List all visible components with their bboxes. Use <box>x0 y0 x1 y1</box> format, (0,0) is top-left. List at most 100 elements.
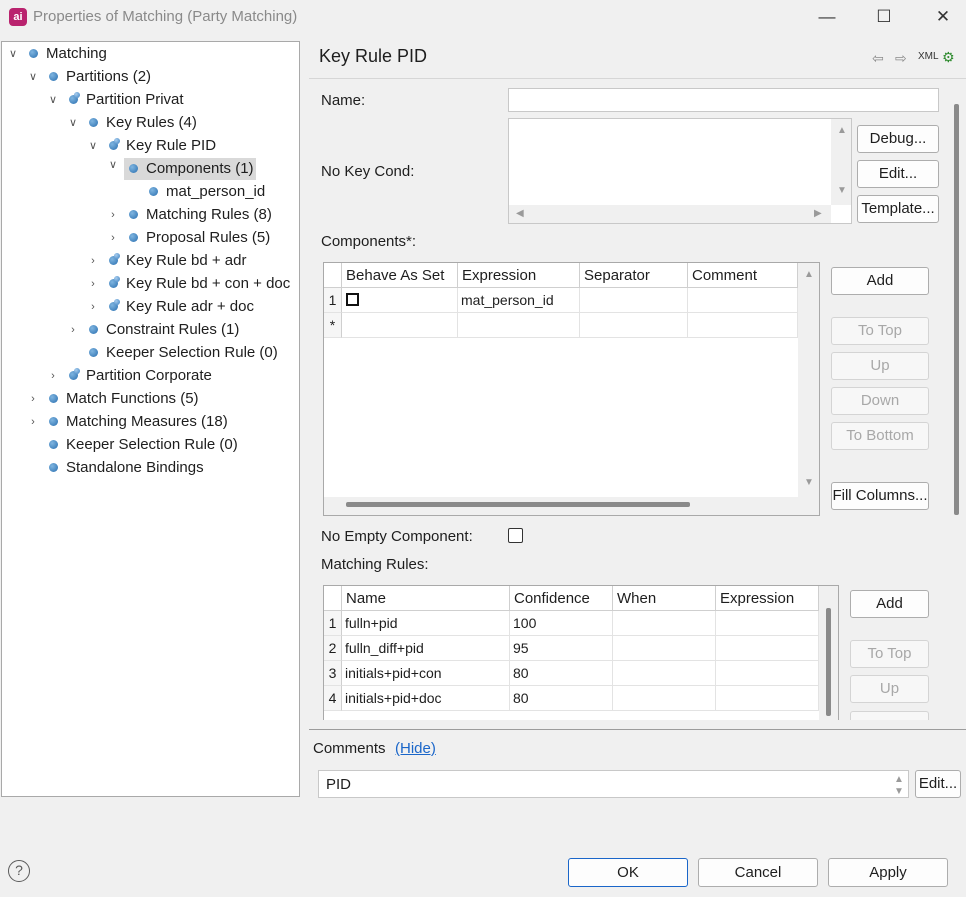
vertical-scrollbar[interactable]: ▲ ▼ <box>831 119 851 205</box>
grid-cell[interactable]: initials+pid+doc <box>342 686 510 711</box>
grid-cell[interactable] <box>716 686 819 711</box>
tree-item-partition-privat[interactable]: ∨ Partition Privat <box>2 89 299 111</box>
no-empty-component-checkbox[interactable] <box>508 528 523 543</box>
grid-cell[interactable] <box>580 313 688 338</box>
grid-cell[interactable] <box>613 636 716 661</box>
template-button[interactable]: Template... <box>857 195 939 223</box>
grid-cell[interactable] <box>342 313 458 338</box>
components-grid[interactable]: Behave As Set Expression Separator Comme… <box>323 262 820 516</box>
grid-cell[interactable]: fulln+pid <box>342 611 510 636</box>
tree-item-mat-person-id[interactable]: mat_person_id <box>2 181 299 203</box>
scroll-thumb[interactable] <box>346 502 690 507</box>
behave-as-set-checkbox[interactable] <box>346 293 359 306</box>
column-header[interactable]: Name <box>342 586 510 611</box>
grid-cell[interactable] <box>716 661 819 686</box>
back-arrow-icon[interactable]: ⇦ <box>872 50 884 67</box>
cancel-button[interactable]: Cancel <box>698 858 818 887</box>
tree-item-key-rule-pid[interactable]: ∨ Key Rule PID <box>2 135 299 157</box>
scroll-thumb[interactable] <box>826 608 831 716</box>
column-header[interactable]: Confidence <box>510 586 613 611</box>
scroll-down-icon[interactable]: ▼ <box>804 477 814 488</box>
matching-down-button-partial[interactable] <box>850 711 929 720</box>
grid-cell[interactable]: fulln_diff+pid <box>342 636 510 661</box>
forward-arrow-icon[interactable]: ⇨ <box>895 50 907 67</box>
tree-item-key-rules[interactable]: ∨ Key Rules (4) <box>2 112 299 134</box>
comments-edit-button[interactable]: Edit... <box>915 770 961 798</box>
column-header[interactable]: Expression <box>458 263 580 288</box>
column-header[interactable]: Behave As Set <box>342 263 458 288</box>
chevron-right-icon[interactable]: › <box>86 250 100 272</box>
tree-item-components[interactable]: Components (1) <box>124 158 256 180</box>
tree-item-proposal-rules[interactable]: › Proposal Rules (5) <box>2 227 299 249</box>
close-icon[interactable]: ✕ <box>929 5 957 29</box>
tree-item-constraint-rules[interactable]: › Constraint Rules (1) <box>2 319 299 341</box>
grid-cell[interactable] <box>688 288 798 313</box>
debug-button[interactable]: Debug... <box>857 125 939 153</box>
chevron-down-icon[interactable]: ∨ <box>26 66 40 88</box>
scroll-thumb[interactable] <box>954 104 959 515</box>
tree-item-standalone-bindings[interactable]: Standalone Bindings <box>2 457 299 479</box>
grid-cell[interactable] <box>458 313 580 338</box>
hide-comments-link[interactable]: (Hide) <box>395 740 436 757</box>
chevron-down-icon[interactable]: ∨ <box>46 89 60 111</box>
grid-cell[interactable] <box>342 288 458 313</box>
grid-cell[interactable]: initials+pid+con <box>342 661 510 686</box>
column-header[interactable]: When <box>613 586 716 611</box>
xml-button[interactable]: XML <box>918 51 939 62</box>
name-input[interactable] <box>508 88 939 112</box>
chevron-down-icon[interactable]: ∨ <box>86 135 100 157</box>
grid-cell[interactable]: 80 <box>510 661 613 686</box>
grid-cell[interactable]: 80 <box>510 686 613 711</box>
tree-item-match-functions[interactable]: › Match Functions (5) <box>2 388 299 410</box>
scroll-left-icon[interactable]: ◀ <box>516 208 524 219</box>
chevron-down-icon[interactable]: ∨ <box>6 43 20 65</box>
no-key-cond-textarea[interactable]: ▲ ▼ ◀ ▶ <box>508 118 852 224</box>
column-header[interactable]: Expression <box>716 586 819 611</box>
comments-input[interactable]: PID ▲ ▼ <box>318 770 909 798</box>
chevron-right-icon[interactable]: › <box>106 204 120 226</box>
add-component-button[interactable]: Add <box>831 267 929 295</box>
chevron-right-icon[interactable]: › <box>106 227 120 249</box>
scroll-right-icon[interactable]: ▶ <box>814 208 822 219</box>
vertical-scrollbar[interactable]: ▲ ▼ <box>798 263 819 497</box>
matching-rules-grid[interactable]: Name Confidence When Expression 1 fulln+… <box>323 585 839 720</box>
maximize-icon[interactable]: ☐ <box>870 5 898 29</box>
horizontal-scrollbar[interactable]: ◀ ▶ <box>509 205 831 223</box>
to-top-button[interactable]: To Top <box>831 317 929 345</box>
scroll-up-icon[interactable]: ▲ <box>804 269 814 280</box>
grid-cell[interactable]: 95 <box>510 636 613 661</box>
edit-button[interactable]: Edit... <box>857 160 939 188</box>
grid-cell[interactable] <box>716 611 819 636</box>
tree-item-key-rule-bd-adr[interactable]: › Key Rule bd + adr <box>2 250 299 272</box>
section-divider[interactable] <box>309 729 966 730</box>
chevron-right-icon[interactable]: › <box>26 388 40 410</box>
matching-to-top-button[interactable]: To Top <box>850 640 929 668</box>
grid-cell[interactable] <box>580 288 688 313</box>
chevron-down-icon[interactable]: ∨ <box>66 112 80 134</box>
tree-item-matching-measures[interactable]: › Matching Measures (18) <box>2 411 299 433</box>
minimize-icon[interactable]: — <box>813 5 841 29</box>
vertical-scrollbar[interactable] <box>819 586 838 720</box>
grid-cell[interactable]: 100 <box>510 611 613 636</box>
scroll-up-icon[interactable]: ▲ <box>837 125 847 136</box>
tree-item-partition-corporate[interactable]: › Partition Corporate <box>2 365 299 387</box>
scroll-down-icon[interactable]: ▼ <box>837 185 847 196</box>
tree-panel[interactable]: ∨ Matching ∨ Partitions (2) ∨ Partition … <box>1 41 300 797</box>
tree-item-matching-rules[interactable]: › Matching Rules (8) <box>2 204 299 226</box>
tree-item-keeper-selection-rule-root[interactable]: Keeper Selection Rule (0) <box>2 434 299 456</box>
tree-item-key-rule-adr-doc[interactable]: › Key Rule adr + doc <box>2 296 299 318</box>
chevron-right-icon[interactable]: › <box>26 411 40 433</box>
scroll-down-icon[interactable]: ▼ <box>894 786 904 797</box>
column-header[interactable]: Separator <box>580 263 688 288</box>
apply-button[interactable]: Apply <box>828 858 948 887</box>
horizontal-scrollbar[interactable] <box>324 497 819 515</box>
ok-button[interactable]: OK <box>568 858 688 887</box>
grid-cell[interactable] <box>613 686 716 711</box>
chevron-right-icon[interactable]: › <box>66 319 80 341</box>
grid-cell[interactable] <box>613 611 716 636</box>
scroll-up-icon[interactable]: ▲ <box>894 774 904 785</box>
up-button[interactable]: Up <box>831 352 929 380</box>
grid-cell[interactable] <box>716 636 819 661</box>
chevron-right-icon[interactable]: › <box>86 273 100 295</box>
chevron-right-icon[interactable]: › <box>46 365 60 387</box>
